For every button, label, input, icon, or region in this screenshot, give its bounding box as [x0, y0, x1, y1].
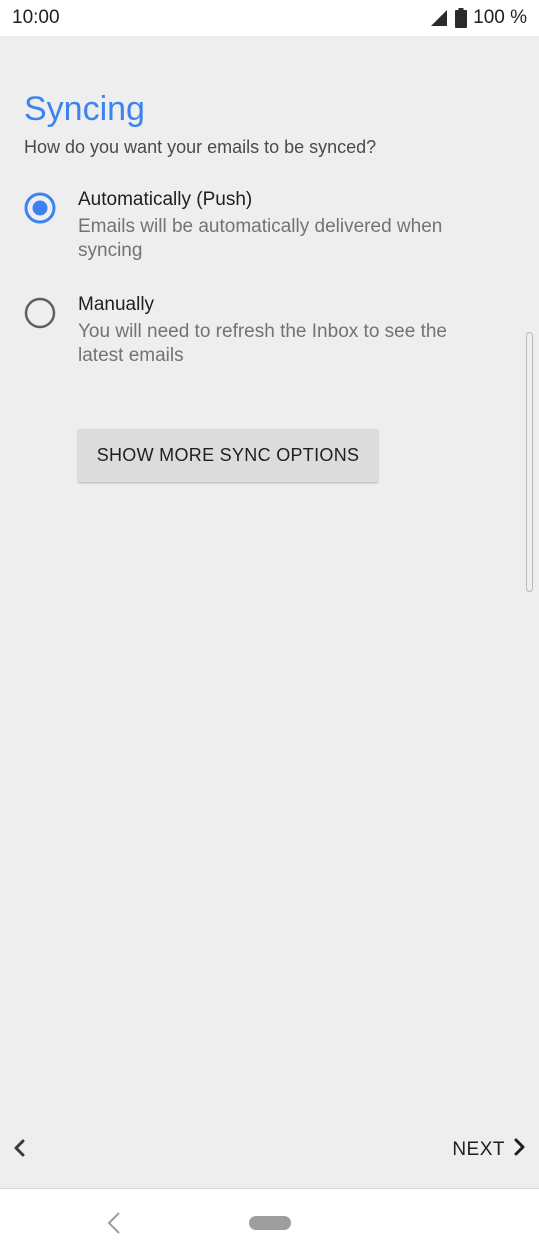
option-automatically[interactable]: Automatically (Push) Emails will be auto…	[24, 188, 504, 263]
nav-home-pill[interactable]	[249, 1216, 291, 1230]
next-label: NEXT	[452, 1139, 505, 1160]
option-description-line: You will need to refresh the Inbox to se…	[78, 321, 447, 342]
page-subtitle: How do you want your emails to be synced…	[24, 137, 377, 157]
scrollbar[interactable]	[526, 332, 533, 592]
show-more-sync-options-button[interactable]: SHOW MORE SYNC OPTIONS	[78, 429, 378, 482]
option-label: Manually	[78, 294, 155, 315]
next-button[interactable]: NEXT	[452, 1135, 527, 1165]
chevron-right-icon	[513, 1137, 527, 1163]
radio-selected-icon[interactable]	[24, 192, 56, 224]
battery-percent: 100 %	[473, 7, 527, 28]
option-label: Automatically (Push)	[78, 189, 253, 210]
option-description: Emails will be automatically delivered w…	[78, 215, 442, 263]
option-description: You will need to refresh the Inbox to se…	[78, 320, 447, 368]
chevron-left-icon	[12, 1138, 26, 1163]
sync-settings-screen: Syncing How do you want your emails to b…	[0, 36, 539, 1188]
status-bar: 10:00 100 %	[0, 0, 539, 36]
back-button[interactable]	[8, 1136, 30, 1164]
system-navigation-bar	[0, 1188, 539, 1258]
nav-back-icon[interactable]	[104, 1209, 124, 1237]
option-description-line: Emails will be automatically delivered w…	[78, 216, 443, 237]
option-description-line: latest emails	[78, 345, 184, 366]
page-title: Syncing	[24, 90, 145, 128]
status-time: 10:00	[12, 7, 60, 28]
radio-unselected-icon[interactable]	[24, 297, 56, 329]
option-description-line: syncing	[78, 240, 143, 261]
status-icons: 100 %	[429, 7, 527, 29]
battery-icon	[455, 8, 468, 28]
option-manually[interactable]: Manually You will need to refresh the In…	[24, 293, 504, 368]
signal-icon	[429, 10, 449, 26]
